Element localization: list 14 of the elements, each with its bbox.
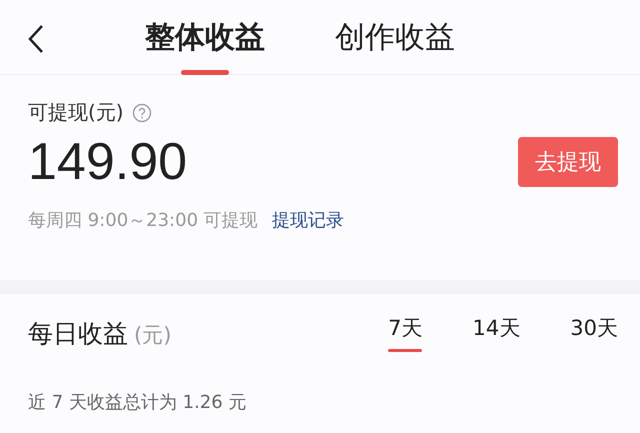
- withdraw-hint: 每周四 9:00～23:00 可提现: [28, 209, 258, 232]
- tab[interactable]: 创作收益: [335, 0, 455, 75]
- period-tab[interactable]: 14天: [472, 314, 520, 352]
- unit-label: (元): [134, 322, 172, 348]
- period-tab[interactable]: 30天: [570, 314, 618, 352]
- back-icon[interactable]: [26, 24, 46, 54]
- help-icon[interactable]: [132, 102, 152, 122]
- withdraw-records-link[interactable]: 提现记录: [272, 208, 344, 232]
- balance-amount: 149.90: [28, 132, 188, 192]
- earnings-summary: 近 7 天收益总计为 1.26 元: [28, 391, 248, 414]
- daily-earnings-title: 每日收益: [28, 318, 128, 350]
- period-tab[interactable]: 7天: [388, 314, 423, 352]
- balance-label: 可提现(元): [28, 99, 124, 126]
- tab[interactable]: 整体收益: [145, 0, 265, 75]
